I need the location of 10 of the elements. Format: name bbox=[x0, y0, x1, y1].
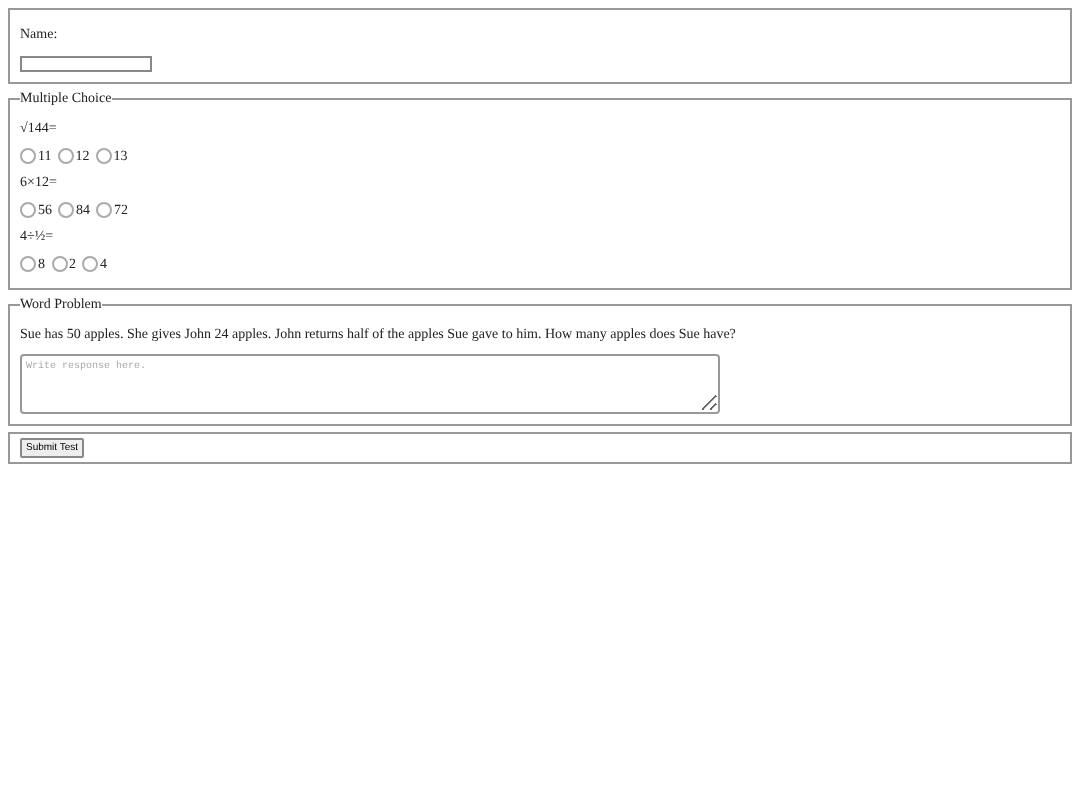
radio-button[interactable] bbox=[20, 256, 36, 272]
radio-button[interactable] bbox=[96, 202, 112, 218]
radio-button[interactable] bbox=[82, 256, 98, 272]
radio-button[interactable] bbox=[58, 202, 74, 218]
radio-button[interactable] bbox=[57, 148, 74, 164]
radio-button[interactable] bbox=[51, 256, 67, 272]
radio-button[interactable] bbox=[20, 202, 36, 218]
radio-button[interactable] bbox=[95, 148, 112, 164]
name-input[interactable] bbox=[20, 56, 152, 72]
radio-button[interactable] bbox=[20, 148, 36, 164]
